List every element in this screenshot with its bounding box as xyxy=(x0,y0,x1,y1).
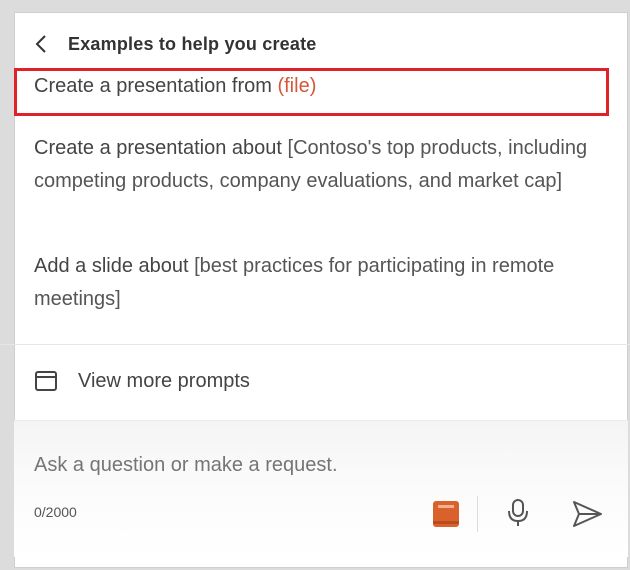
notebook-button[interactable] xyxy=(431,499,461,529)
header-title: Examples to help you create xyxy=(68,33,317,54)
compose-area xyxy=(14,420,628,557)
ask-input[interactable] xyxy=(34,454,574,477)
view-more-label: View more prompts xyxy=(78,369,250,392)
view-more-prompts-button[interactable]: View more prompts xyxy=(34,355,250,407)
chevron-left-icon xyxy=(35,35,46,53)
prompt-text: Create a presentation from xyxy=(34,75,278,97)
divider xyxy=(0,344,630,345)
microphone-button[interactable] xyxy=(503,497,533,529)
notebook-icon xyxy=(433,501,459,527)
prompt-parameter: (file) xyxy=(277,75,317,97)
prompt-book-icon xyxy=(35,371,57,391)
panel-header: Examples to help you create xyxy=(14,12,628,76)
toolbar-separator xyxy=(477,496,478,532)
prompt-item-2[interactable]: Create a presentation about [Contoso's t… xyxy=(34,132,594,198)
prompt-item-1[interactable]: Create a presentation from (file) xyxy=(34,70,594,103)
prompt-item-3[interactable]: Add a slide about [best practices for pa… xyxy=(34,250,594,316)
prompt-text: Add a slide about xyxy=(34,255,195,277)
microphone-icon xyxy=(508,499,528,526)
prompt-text: Create a presentation about xyxy=(34,137,288,159)
back-button[interactable] xyxy=(30,33,52,55)
send-icon xyxy=(573,501,602,527)
character-counter: 0/2000 xyxy=(34,504,77,520)
send-button[interactable] xyxy=(570,499,604,529)
